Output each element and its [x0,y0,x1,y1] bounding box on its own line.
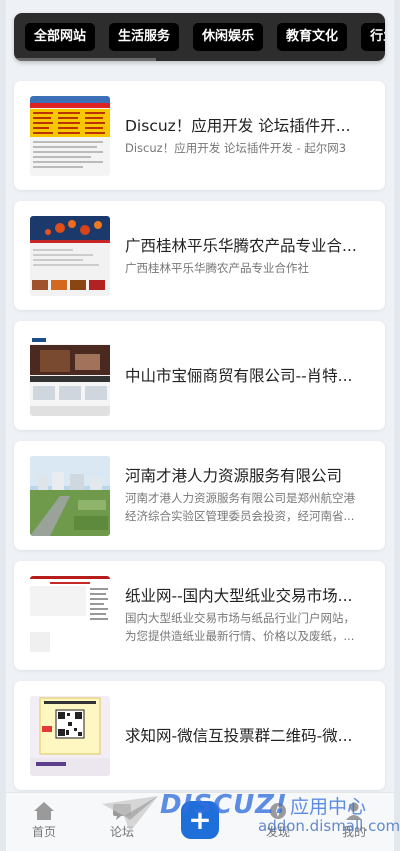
category-education[interactable]: 教育文化 [277,23,348,51]
site-title[interactable]: 求知网-微信互投票群二维码-微... [125,724,365,746]
tab-discover[interactable]: 发现 [248,801,308,840]
tab-mine-label: 我的 [341,825,366,839]
add-button[interactable]: + [181,801,219,839]
site-title[interactable]: 中山市宝俪商贸有限公司--肖特... [125,364,365,386]
tab-home[interactable]: 首页 [14,801,74,840]
category-bar[interactable]: 全部网站 生活服务 休闲娱乐 教育文化 行业 [14,13,385,61]
site-title[interactable]: 纸业网--国内大型纸业交易市场... [125,584,365,606]
user-icon [346,802,362,820]
site-title[interactable]: Discuz！应用开发 论坛插件开... [125,114,365,136]
forum-screenshot-thumbnail [30,96,110,176]
city-aerial-thumbnail [30,456,110,536]
tab-forum-label: 论坛 [109,825,134,839]
trade-company-thumbnail [30,336,110,416]
fruit-website-thumbnail [30,216,110,296]
site-card[interactable]: Discuz！应用开发 论坛插件开... Discuz！应用开发 论坛插件开发 … [14,81,385,190]
site-card[interactable]: 广西桂林平乐华腾农产品专业合... 广西桂林平乐华腾农产品专业合作社 [14,201,385,310]
category-life[interactable]: 生活服务 [109,23,180,51]
paper-site-thumbnail [30,576,110,656]
category-leisure[interactable]: 休闲娱乐 [193,23,264,51]
home-icon [34,802,54,820]
tab-discover-label: 发现 [265,825,290,839]
site-card[interactable]: 纸业网--国内大型纸业交易市场... 国内大型纸业交易市场与纸品行业门户网站，为… [14,561,385,670]
tab-mine[interactable]: 我的 [324,801,384,840]
site-description: 广西桂林平乐华腾农产品专业合作社 [125,261,309,275]
tab-forum[interactable]: 论坛 [92,801,152,840]
site-card[interactable]: 中山市宝俪商贸有限公司--肖特... [14,321,385,430]
qr-code-thumbnail [30,696,110,776]
site-title[interactable]: 广西桂林平乐华腾农产品专业合... [125,234,365,256]
site-card[interactable]: 河南才港人力资源服务有限公司 河南才港人力资源服务有限公司是郑州航空港经济综合实… [14,441,385,550]
site-description: 国内大型纸业交易市场与纸品行业门户网站，为您提供造纸业最新行情、价格以及废纸，.… [125,611,355,643]
compass-icon [270,803,286,819]
category-scrollbar[interactable] [14,58,156,61]
tab-home-label: 首页 [31,825,56,839]
category-track: 全部网站 生活服务 休闲娱乐 教育文化 行业 [25,23,385,51]
bottom-nav: 首页 论坛 + 发现 我的 [6,792,394,851]
category-all[interactable]: 全部网站 [25,23,96,51]
site-description: Discuz！应用开发 论坛插件开发 - 起尔网3 [125,141,347,155]
site-card[interactable]: 求知网-微信互投票群二维码-微... [14,681,385,790]
site-description: 河南才港人力资源服务有限公司是郑州航空港经济综合实验区管理委员会投资，经河南省.… [125,491,355,523]
category-industry[interactable]: 行业 [361,23,385,51]
site-title[interactable]: 河南才港人力资源服务有限公司 [125,464,365,486]
forum-icon [113,804,131,820]
